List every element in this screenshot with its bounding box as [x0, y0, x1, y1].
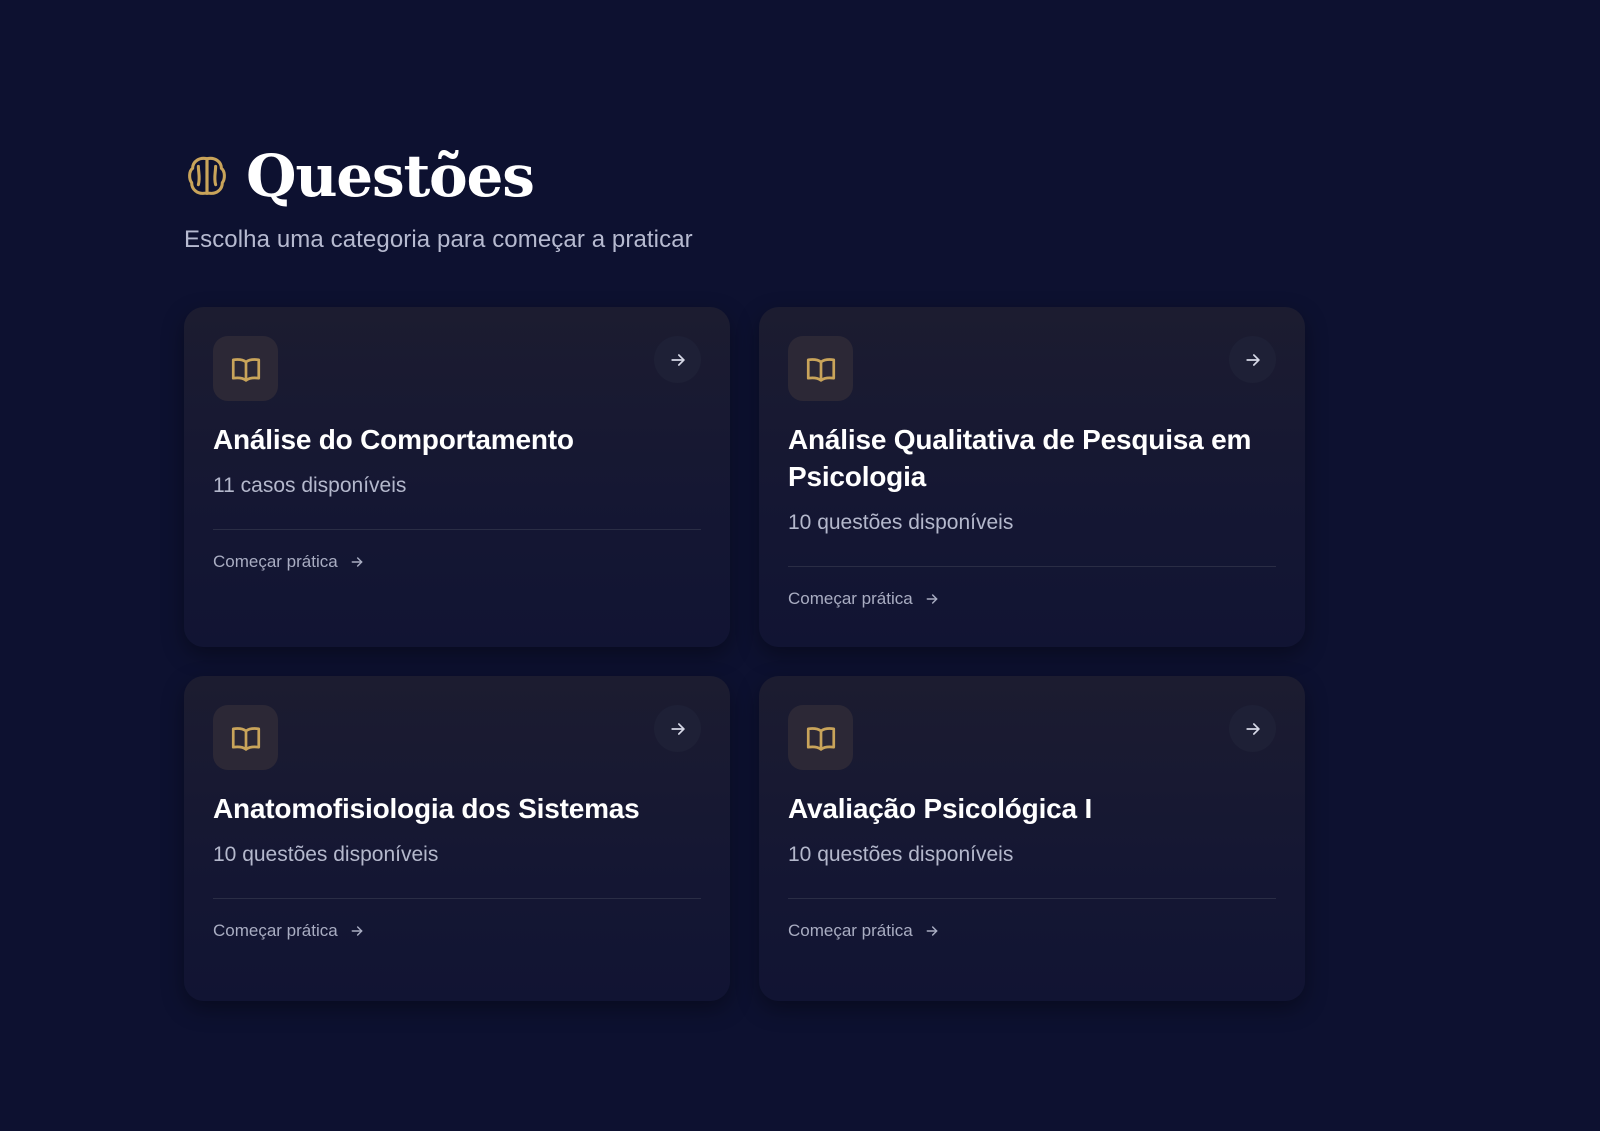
arrow-right-icon: [1245, 353, 1260, 366]
arrow-right-icon: [926, 926, 938, 936]
category-card[interactable]: Avaliação Psicológica I 10 questões disp…: [759, 676, 1305, 1001]
category-card[interactable]: Análise do Comportamento 11 casos dispon…: [184, 307, 730, 647]
card-divider: [213, 898, 701, 899]
card-divider: [788, 566, 1276, 567]
category-icon-box: [213, 336, 278, 401]
book-open-icon: [231, 726, 260, 751]
book-open-icon: [806, 726, 835, 751]
arrow-right-icon: [926, 594, 938, 604]
title-row: Questões: [184, 140, 1084, 212]
book-open-icon: [231, 357, 260, 382]
arrow-right-icon: [1245, 722, 1260, 735]
category-count: 10 questões disponíveis: [213, 843, 439, 866]
card-divider: [788, 898, 1276, 899]
start-practice-link[interactable]: Começar prática: [788, 589, 940, 609]
start-practice-link[interactable]: Começar prática: [213, 552, 365, 572]
category-title: Análise Qualitativa de Pesquisa em Psico…: [788, 424, 1252, 492]
open-category-button[interactable]: [1229, 336, 1276, 383]
start-practice-label: Começar prática: [788, 589, 913, 608]
brain-icon: [184, 153, 230, 199]
page-header: Questões Escolha uma categoria para come…: [184, 140, 1084, 254]
category-title: Anatomofisiologia dos Sistemas: [213, 793, 640, 824]
category-icon-box: [788, 705, 853, 770]
start-practice-label: Começar prática: [788, 921, 913, 940]
arrow-right-icon: [351, 926, 363, 936]
arrow-right-icon: [670, 722, 685, 735]
category-icon-box: [213, 705, 278, 770]
category-count: 10 questões disponíveis: [788, 511, 1014, 534]
start-practice-label: Começar prática: [213, 552, 338, 571]
category-title: Análise do Comportamento: [213, 424, 574, 455]
category-count: 10 questões disponíveis: [788, 843, 1014, 866]
start-practice-link[interactable]: Começar prática: [213, 921, 365, 941]
open-category-button[interactable]: [654, 705, 701, 752]
card-divider: [213, 529, 701, 530]
category-grid: Análise do Comportamento 11 casos dispon…: [184, 307, 1305, 1001]
open-category-button[interactable]: [1229, 705, 1276, 752]
start-practice-label: Começar prática: [213, 921, 338, 940]
start-practice-link[interactable]: Começar prática: [788, 921, 940, 941]
page-subtitle: Escolha uma categoria para começar a pra…: [184, 226, 693, 253]
category-card[interactable]: Análise Qualitativa de Pesquisa em Psico…: [759, 307, 1305, 647]
page-title: Questões: [246, 142, 535, 210]
book-open-icon: [806, 357, 835, 382]
category-card[interactable]: Anatomofisiologia dos Sistemas 10 questõ…: [184, 676, 730, 1001]
arrow-right-icon: [351, 557, 363, 567]
arrow-right-icon: [670, 353, 685, 366]
open-category-button[interactable]: [654, 336, 701, 383]
category-count: 11 casos disponíveis: [213, 474, 407, 497]
category-title: Avaliação Psicológica I: [788, 793, 1093, 824]
category-icon-box: [788, 336, 853, 401]
